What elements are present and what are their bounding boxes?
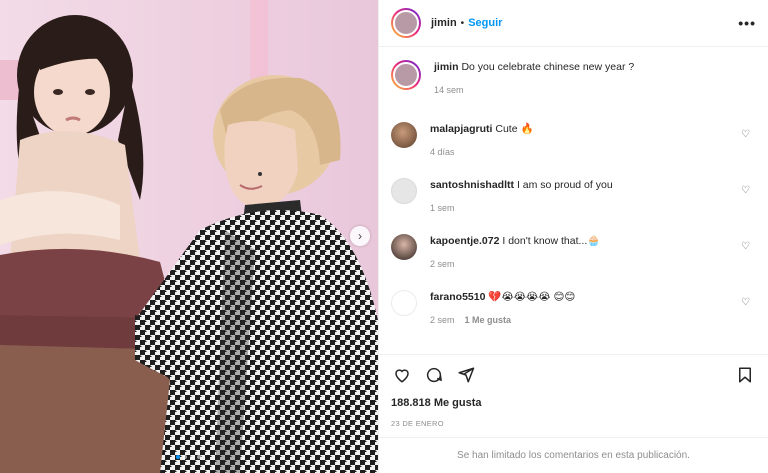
carousel-dot <box>176 455 180 459</box>
commenter-avatar[interactable] <box>391 234 417 260</box>
comment-text: Cute 🔥 <box>495 123 534 135</box>
comment-item: malapjagruti Cute 🔥 4 días ♡ <box>391 109 756 165</box>
like-comment-heart-icon[interactable]: ♡ <box>741 241 750 252</box>
post-side-panel: jimin • Seguir ••• jimin Do you celebrat… <box>378 0 768 473</box>
more-options-icon[interactable]: ••• <box>738 15 756 31</box>
like-comment-heart-icon[interactable]: ♡ <box>741 129 750 140</box>
comments-list[interactable]: jimin Do you celebrate chinese new year … <box>379 48 768 353</box>
commenter-avatar[interactable] <box>391 290 417 316</box>
paper-plane-icon[interactable] <box>455 364 477 386</box>
header-separator: • <box>460 17 465 29</box>
carousel-dot <box>190 455 194 459</box>
comment-text: 💔😭😭😭😭 😊😊 <box>488 291 576 303</box>
comment-item: santoshnishadltt I am so proud of you 1 … <box>391 165 756 221</box>
chevron-right-icon: › <box>358 229 362 243</box>
post-caption: jimin Do you celebrate chinese new year … <box>391 48 756 109</box>
post-header: jimin • Seguir ••• <box>379 0 768 47</box>
bookmark-icon[interactable] <box>734 364 756 386</box>
comment-username[interactable]: farano5510 <box>430 291 485 303</box>
commenter-avatar[interactable] <box>391 178 417 204</box>
caption-time: 14 sem <box>434 85 464 95</box>
comment-item: farano5510 💔😭😭😭😭 😊😊 2 sem 1 Me gusta ♡ <box>391 277 756 333</box>
carousel-indicator <box>176 455 201 459</box>
comment-username[interactable]: santoshnishadltt <box>430 179 514 191</box>
instagram-post-view: › jimin • Seguir ••• jimin Do you celebr… <box>0 0 768 473</box>
comment-icon[interactable] <box>423 364 445 386</box>
follow-button[interactable]: Seguir <box>468 17 502 29</box>
like-comment-heart-icon[interactable]: ♡ <box>741 297 750 308</box>
likes-count[interactable]: 188.818 Me gusta <box>391 397 482 409</box>
comment-username[interactable]: kapoentje.072 <box>430 235 499 247</box>
comments-limited-notice: Se han limitado los comentarios en esta … <box>379 437 768 473</box>
post-actions-bar <box>379 354 768 394</box>
comment-time: 2 sem <box>430 315 455 325</box>
author-username[interactable]: jimin <box>431 17 457 29</box>
comment-likes[interactable]: 1 Me gusta <box>465 315 512 325</box>
comment-time: 2 sem <box>430 259 455 269</box>
post-date: 23 DE ENERO <box>391 419 444 428</box>
carousel-dot <box>197 455 201 459</box>
comment-username[interactable]: malapjagruti <box>430 123 492 135</box>
commenter-avatar[interactable] <box>391 122 417 148</box>
carousel-dot <box>183 455 187 459</box>
comment-time: 4 días <box>430 147 455 157</box>
caption-avatar[interactable] <box>391 60 421 90</box>
caption-text: Do you celebrate chinese new year ? <box>461 61 635 73</box>
comment-item: kapoentje.072 I don't know that...🧁 2 se… <box>391 221 756 277</box>
next-photo-button[interactable]: › <box>350 226 370 246</box>
author-avatar[interactable] <box>391 8 421 38</box>
comment-time: 1 sem <box>430 203 455 213</box>
like-comment-heart-icon[interactable]: ♡ <box>741 185 750 196</box>
post-photo[interactable]: › <box>0 0 378 473</box>
heart-icon[interactable] <box>391 364 413 386</box>
photo-illustration <box>0 0 378 473</box>
comment-text: I am so proud of you <box>516 179 613 191</box>
comment-text: I don't know that...🧁 <box>502 235 601 247</box>
caption-username[interactable]: jimin <box>434 61 459 73</box>
